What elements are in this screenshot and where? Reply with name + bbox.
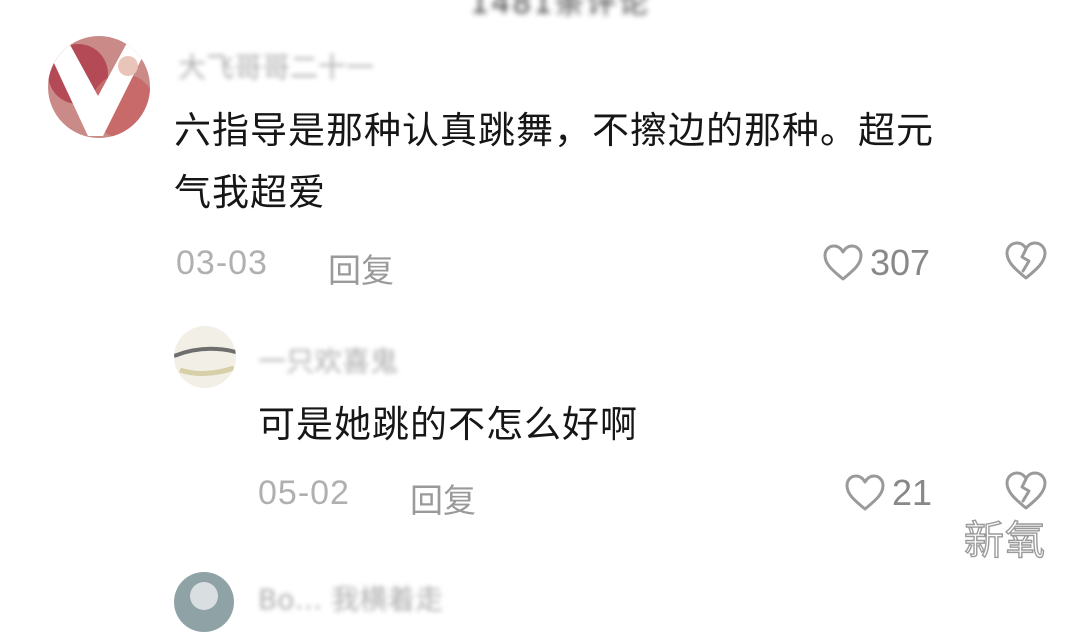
like-count: 21 xyxy=(892,472,933,513)
comment-date: 03-03 xyxy=(176,244,268,282)
broken-heart-icon xyxy=(1005,241,1047,280)
comments-count-title: 1481条评论 xyxy=(470,0,651,21)
comment-text-line: 可是她跳的不怎么好啊 xyxy=(258,403,638,446)
username[interactable]: 大飞哥哥二十一 xyxy=(178,46,374,86)
dislike-button[interactable] xyxy=(1004,240,1048,286)
like-count: 307 xyxy=(870,242,931,283)
watermark-logo: 新氧 xyxy=(963,517,1046,564)
heart-outline-icon xyxy=(823,244,863,281)
avatar[interactable] xyxy=(174,572,234,632)
comment-text: 六指导是那种认真跳舞，不擦边的那种。超元 气我超爱 xyxy=(174,100,934,224)
comment-date: 05-02 xyxy=(258,474,350,512)
like-button[interactable]: 21 xyxy=(844,472,932,514)
username[interactable]: Bo… 我横着走 xyxy=(258,578,443,618)
avatar[interactable] xyxy=(48,36,150,138)
reply-button[interactable]: 回复 xyxy=(328,244,394,292)
username[interactable]: 一只欢喜鬼 xyxy=(258,340,398,380)
comment-text-line: 气我超爱 xyxy=(174,171,326,214)
comment-text: 可是她跳的不怎么好啊 xyxy=(258,394,638,456)
avatar[interactable] xyxy=(174,326,236,388)
heart-outline-icon xyxy=(845,474,885,511)
like-button[interactable]: 307 xyxy=(822,242,930,284)
broken-heart-icon xyxy=(1005,471,1047,510)
reply-button[interactable]: 回复 xyxy=(410,474,476,522)
comment-text-line: 六指导是那种认真跳舞，不擦边的那种。超元 xyxy=(174,109,934,152)
